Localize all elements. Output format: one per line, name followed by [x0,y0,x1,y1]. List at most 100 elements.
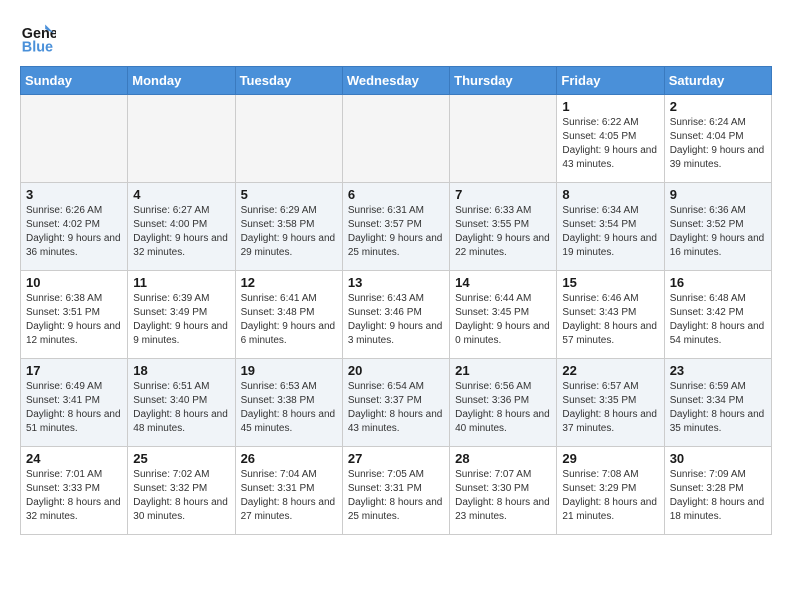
calendar-cell: 29 Sunrise: 7:08 AM Sunset: 3:29 PM Dayli… [557,447,664,535]
header-row: SundayMondayTuesdayWednesdayThursdayFrid… [21,67,772,95]
day-number: 14 [455,275,551,290]
day-info: Sunrise: 7:05 AM Sunset: 3:31 PM Dayligh… [348,468,444,524]
calendar-cell: 23 Sunrise: 6:59 AM Sunset: 3:34 PM Dayli… [664,359,771,447]
calendar-cell: 3 Sunrise: 6:26 AM Sunset: 4:02 PM Daylig… [21,183,128,271]
day-number: 19 [241,363,337,378]
day-info: Sunrise: 6:24 AM Sunset: 4:04 PM Dayligh… [670,116,766,172]
day-number: 1 [562,99,658,114]
day-info: Sunrise: 7:02 AM Sunset: 3:32 PM Dayligh… [133,468,229,524]
day-number: 27 [348,451,444,466]
calendar-cell: 25 Sunrise: 7:02 AM Sunset: 3:32 PM Dayli… [128,447,235,535]
calendar-cell [128,95,235,183]
weekday-header: Sunday [21,67,128,95]
day-info: Sunrise: 6:33 AM Sunset: 3:55 PM Dayligh… [455,204,551,260]
calendar-cell: 21 Sunrise: 6:56 AM Sunset: 3:36 PM Dayli… [450,359,557,447]
calendar-cell: 13 Sunrise: 6:43 AM Sunset: 3:46 PM Dayli… [342,271,449,359]
day-number: 21 [455,363,551,378]
calendar-table: SundayMondayTuesdayWednesdayThursdayFrid… [20,66,772,535]
day-number: 13 [348,275,444,290]
calendar-cell: 4 Sunrise: 6:27 AM Sunset: 4:00 PM Daylig… [128,183,235,271]
day-number: 4 [133,187,229,202]
calendar-cell: 22 Sunrise: 6:57 AM Sunset: 3:35 PM Dayli… [557,359,664,447]
day-number: 23 [670,363,766,378]
day-info: Sunrise: 6:57 AM Sunset: 3:35 PM Dayligh… [562,380,658,436]
calendar-cell: 28 Sunrise: 7:07 AM Sunset: 3:30 PM Dayli… [450,447,557,535]
calendar-cell: 15Sunrise: 6:46 AM Sunset: 3:43 PM Dayli… [557,271,664,359]
day-number: 7 [455,187,551,202]
calendar-cell [342,95,449,183]
day-info: Sunrise: 6:48 AM Sunset: 3:42 PM Dayligh… [670,292,766,348]
day-info: Sunrise: 6:31 AM Sunset: 3:57 PM Dayligh… [348,204,444,260]
day-info: Sunrise: 6:27 AM Sunset: 4:00 PM Dayligh… [133,204,229,260]
day-number: 18 [133,363,229,378]
calendar-cell [21,95,128,183]
calendar-cell: 26 Sunrise: 7:04 AM Sunset: 3:31 PM Dayli… [235,447,342,535]
calendar-week-row: 24Sunrise: 7:01 AM Sunset: 3:33 PM Dayli… [21,447,772,535]
calendar-cell: 1 Sunrise: 6:22 AM Sunset: 4:05 PM Daylig… [557,95,664,183]
calendar-cell [235,95,342,183]
day-number: 11 [133,275,229,290]
day-number: 9 [670,187,766,202]
day-info: Sunrise: 6:59 AM Sunset: 3:34 PM Dayligh… [670,380,766,436]
weekday-header: Friday [557,67,664,95]
calendar-cell: 2 Sunrise: 6:24 AM Sunset: 4:04 PM Daylig… [664,95,771,183]
logo-icon: General Blue [20,20,56,56]
day-info: Sunrise: 7:08 AM Sunset: 3:29 PM Dayligh… [562,468,658,524]
calendar-cell: 12 Sunrise: 6:41 AM Sunset: 3:48 PM Dayli… [235,271,342,359]
day-info: Sunrise: 7:04 AM Sunset: 3:31 PM Dayligh… [241,468,337,524]
calendar-cell: 18Sunrise: 6:51 AM Sunset: 3:40 PM Dayli… [128,359,235,447]
calendar-cell: 7 Sunrise: 6:33 AM Sunset: 3:55 PM Daylig… [450,183,557,271]
day-info: Sunrise: 6:49 AM Sunset: 3:41 PM Dayligh… [26,380,122,436]
calendar-cell: 6 Sunrise: 6:31 AM Sunset: 3:57 PM Daylig… [342,183,449,271]
day-number: 24 [26,451,122,466]
day-number: 2 [670,99,766,114]
day-info: Sunrise: 7:09 AM Sunset: 3:28 PM Dayligh… [670,468,766,524]
day-number: 20 [348,363,444,378]
calendar-cell: 17 Sunrise: 6:49 AM Sunset: 3:41 PM Dayli… [21,359,128,447]
day-info: Sunrise: 6:54 AM Sunset: 3:37 PM Dayligh… [348,380,444,436]
day-number: 12 [241,275,337,290]
calendar-cell: 19 Sunrise: 6:53 AM Sunset: 3:38 PM Dayli… [235,359,342,447]
calendar-cell: 10Sunrise: 6:38 AM Sunset: 3:51 PM Dayli… [21,271,128,359]
day-info: Sunrise: 6:43 AM Sunset: 3:46 PM Dayligh… [348,292,444,348]
day-number: 29 [562,451,658,466]
svg-text:Blue: Blue [22,40,53,56]
day-number: 22 [562,363,658,378]
day-info: Sunrise: 6:53 AM Sunset: 3:38 PM Dayligh… [241,380,337,436]
day-number: 30 [670,451,766,466]
calendar-cell: 30 Sunrise: 7:09 AM Sunset: 3:28 PM Dayli… [664,447,771,535]
calendar-cell: 16Sunrise: 6:48 AM Sunset: 3:42 PM Dayli… [664,271,771,359]
day-info: Sunrise: 6:56 AM Sunset: 3:36 PM Dayligh… [455,380,551,436]
day-info: Sunrise: 6:26 AM Sunset: 4:02 PM Dayligh… [26,204,122,260]
day-info: Sunrise: 7:07 AM Sunset: 3:30 PM Dayligh… [455,468,551,524]
day-number: 3 [26,187,122,202]
day-number: 17 [26,363,122,378]
day-info: Sunrise: 6:41 AM Sunset: 3:48 PM Dayligh… [241,292,337,348]
day-info: Sunrise: 6:22 AM Sunset: 4:05 PM Dayligh… [562,116,658,172]
calendar-week-row: 3 Sunrise: 6:26 AM Sunset: 4:02 PM Daylig… [21,183,772,271]
weekday-header: Tuesday [235,67,342,95]
day-number: 26 [241,451,337,466]
day-info: Sunrise: 6:46 AM Sunset: 3:43 PM Dayligh… [562,292,658,348]
calendar-cell: 9 Sunrise: 6:36 AM Sunset: 3:52 PM Daylig… [664,183,771,271]
logo: General Blue [20,20,60,56]
calendar-week-row: 1 Sunrise: 6:22 AM Sunset: 4:05 PM Daylig… [21,95,772,183]
day-number: 8 [562,187,658,202]
day-info: Sunrise: 6:36 AM Sunset: 3:52 PM Dayligh… [670,204,766,260]
calendar-cell: 24Sunrise: 7:01 AM Sunset: 3:33 PM Dayli… [21,447,128,535]
calendar-cell: 14 Sunrise: 6:44 AM Sunset: 3:45 PM Dayli… [450,271,557,359]
weekday-header: Monday [128,67,235,95]
day-info: Sunrise: 6:38 AM Sunset: 3:51 PM Dayligh… [26,292,122,348]
weekday-header: Wednesday [342,67,449,95]
calendar-week-row: 17 Sunrise: 6:49 AM Sunset: 3:41 PM Dayli… [21,359,772,447]
day-number: 5 [241,187,337,202]
day-info: Sunrise: 6:39 AM Sunset: 3:49 PM Dayligh… [133,292,229,348]
weekday-header: Thursday [450,67,557,95]
day-number: 25 [133,451,229,466]
day-number: 28 [455,451,551,466]
day-info: Sunrise: 6:34 AM Sunset: 3:54 PM Dayligh… [562,204,658,260]
day-number: 6 [348,187,444,202]
calendar-week-row: 10Sunrise: 6:38 AM Sunset: 3:51 PM Dayli… [21,271,772,359]
calendar-cell: 20 Sunrise: 6:54 AM Sunset: 3:37 PM Dayli… [342,359,449,447]
day-info: Sunrise: 6:44 AM Sunset: 3:45 PM Dayligh… [455,292,551,348]
